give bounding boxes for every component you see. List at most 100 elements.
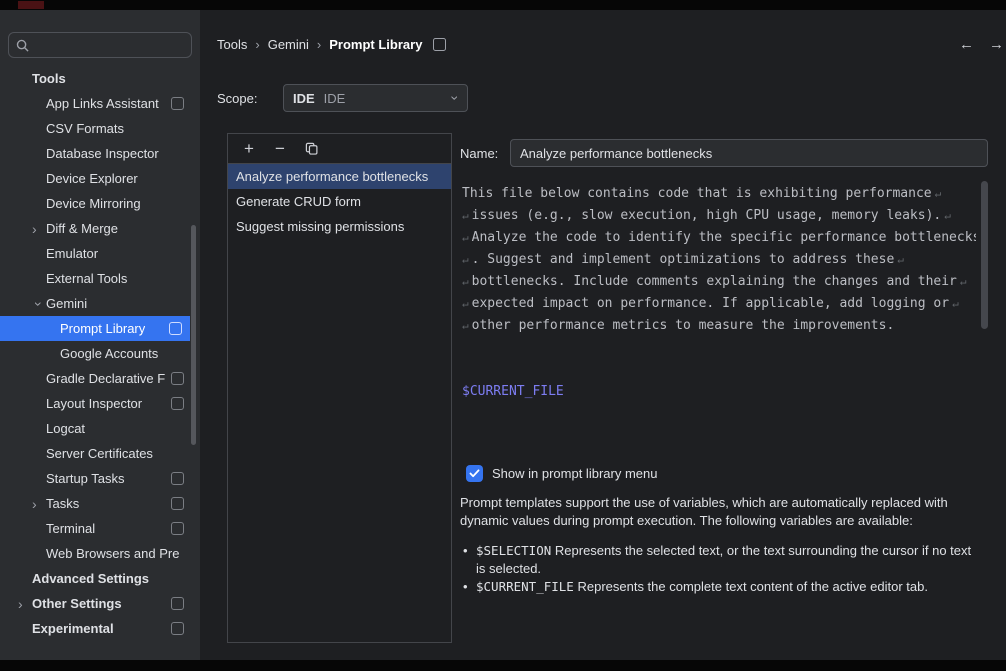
breadcrumb-page-icon <box>433 38 446 51</box>
editor-text: This file below contains code that is ex… <box>460 178 988 403</box>
search-icon <box>16 39 29 52</box>
variables-list: $SELECTION Represents the selected text,… <box>462 542 982 597</box>
soft-wrap-icon: ↵ <box>897 253 904 266</box>
copy-button[interactable] <box>303 141 319 157</box>
page-icon <box>171 472 184 485</box>
page-icon <box>171 597 184 610</box>
editor-line: ↵. Suggest and implement optimizations t… <box>462 249 976 271</box>
breadcrumb-gemini[interactable]: Gemini <box>268 37 309 52</box>
soft-wrap-icon: ↵ <box>935 187 942 200</box>
sidebar-item-tools[interactable]: Tools <box>0 66 200 91</box>
editor-variable-line: $CURRENT_FILE <box>462 381 976 403</box>
breadcrumb: Tools › Gemini › Prompt Library <box>217 37 446 52</box>
settings-search[interactable] <box>8 32 192 58</box>
settings-window: Tools App Links Assistant CSV Formats Da… <box>0 0 1006 671</box>
variable-text: Represents the selected text, or the tex… <box>476 543 971 576</box>
breadcrumb-tools[interactable]: Tools <box>217 37 247 52</box>
variable-text: Represents the complete text content of … <box>577 579 927 594</box>
breadcrumb-prompt-library: Prompt Library <box>329 37 422 52</box>
soft-wrap-icon: ↵ <box>960 275 967 288</box>
recording-indicator <box>18 1 44 9</box>
prompt-list: Analyze performance bottlenecks Generate… <box>228 164 451 239</box>
chevron-right-icon[interactable]: › <box>32 222 46 236</box>
show-in-menu-row: Show in prompt library menu <box>466 465 657 482</box>
page-icon <box>171 97 184 110</box>
remove-button[interactable]: − <box>272 141 288 157</box>
soft-wrap-icon: ↵ <box>462 253 469 266</box>
chevron-right-icon[interactable]: › <box>32 497 46 511</box>
sidebar-scrollbar[interactable] <box>191 225 196 445</box>
page-icon <box>171 622 184 635</box>
sidebar-item-app-links-assistant[interactable]: App Links Assistant <box>0 91 200 116</box>
top-bar <box>0 0 1006 10</box>
show-in-menu-label: Show in prompt library menu <box>492 466 657 481</box>
editor-line <box>462 359 976 381</box>
show-in-menu-checkbox[interactable] <box>466 465 483 482</box>
sidebar-item-tasks[interactable]: ›Tasks <box>0 491 200 516</box>
sidebar-item-advanced-settings[interactable]: Advanced Settings <box>0 566 200 591</box>
editor-scrollbar[interactable] <box>981 181 988 329</box>
sidebar-item-logcat[interactable]: Logcat <box>0 416 200 441</box>
bottom-bar <box>0 660 1006 671</box>
variable-item: $CURRENT_FILE Represents the complete te… <box>462 578 982 596</box>
soft-wrap-icon: ↵ <box>952 297 959 310</box>
add-button[interactable]: + <box>241 141 257 157</box>
scope-value: IDE <box>324 91 454 106</box>
back-arrow-icon[interactable]: ← <box>959 36 974 53</box>
soft-wrap-icon: ↵ <box>462 297 469 310</box>
copy-icon <box>305 142 318 155</box>
prompt-list-toolbar: + − <box>228 134 451 164</box>
sidebar-item-prompt-library[interactable]: Prompt Library <box>0 316 190 341</box>
soft-wrap-icon: ↵ <box>462 209 469 222</box>
sidebar-item-startup-tasks[interactable]: Startup Tasks <box>0 466 200 491</box>
soft-wrap-icon: ↵ <box>462 231 469 244</box>
variables-description: Prompt templates support the use of vari… <box>460 494 974 529</box>
scope-label: Scope: <box>217 91 257 106</box>
history-nav: ← → <box>959 36 1004 53</box>
variable-name: $SELECTION <box>476 543 551 558</box>
page-icon <box>171 497 184 510</box>
editor-line: ↵other performance metrics to measure th… <box>462 315 976 337</box>
chevron-right-icon[interactable]: › <box>18 597 32 611</box>
sidebar-item-gradle-declarative[interactable]: Gradle Declarative F <box>0 366 200 391</box>
sidebar-item-gemini[interactable]: ›Gemini <box>0 291 200 316</box>
sidebar-item-experimental[interactable]: Experimental <box>0 616 200 641</box>
variable-item: $SELECTION Represents the selected text,… <box>462 542 982 577</box>
search-input[interactable] <box>34 37 184 54</box>
scope-dropdown[interactable]: IDE IDE › <box>283 84 468 112</box>
breadcrumb-separator: › <box>317 37 321 52</box>
name-label: Name: <box>460 146 498 161</box>
page-icon <box>171 522 184 535</box>
page-icon <box>169 322 182 335</box>
sidebar-item-web-browsers[interactable]: Web Browsers and Pre <box>0 541 200 566</box>
sidebar-item-terminal[interactable]: Terminal <box>0 516 200 541</box>
sidebar-item-server-certificates[interactable]: Server Certificates <box>0 441 200 466</box>
list-item[interactable]: Suggest missing permissions <box>228 214 451 239</box>
sidebar-item-database-inspector[interactable]: Database Inspector <box>0 141 200 166</box>
list-item[interactable]: Analyze performance bottlenecks <box>228 164 451 189</box>
sidebar-item-google-accounts[interactable]: Google Accounts <box>0 341 200 366</box>
chevron-down-icon[interactable]: › <box>32 297 46 311</box>
sidebar-item-external-tools[interactable]: External Tools <box>0 266 200 291</box>
editor-line: ↵issues (e.g., slow execution, high CPU … <box>462 205 976 227</box>
soft-wrap-icon: ↵ <box>462 275 469 288</box>
breadcrumb-separator: › <box>255 37 259 52</box>
check-icon <box>469 469 480 478</box>
sidebar-item-diff-merge[interactable]: ›Diff & Merge <box>0 216 200 241</box>
forward-arrow-icon[interactable]: → <box>989 36 1004 53</box>
list-item[interactable]: Generate CRUD form <box>228 189 451 214</box>
soft-wrap-icon: ↵ <box>462 319 469 332</box>
soft-wrap-icon: ↵ <box>944 209 951 222</box>
variable-name: $CURRENT_FILE <box>476 579 574 594</box>
editor-line <box>462 337 976 359</box>
sidebar-item-csv-formats[interactable]: CSV Formats <box>0 116 200 141</box>
sidebar-item-device-mirroring[interactable]: Device Mirroring <box>0 191 200 216</box>
prompt-list-panel: + − Analyze performance bottlenecks Gene… <box>227 133 452 643</box>
prompt-text-editor[interactable]: This file below contains code that is ex… <box>460 178 988 456</box>
sidebar-item-other-settings[interactable]: ›Other Settings <box>0 591 200 616</box>
sidebar-item-layout-inspector[interactable]: Layout Inspector <box>0 391 200 416</box>
editor-line: ↵Analyze the code to identify the specif… <box>462 227 976 249</box>
sidebar-item-device-explorer[interactable]: Device Explorer <box>0 166 200 191</box>
name-input[interactable] <box>510 139 988 167</box>
sidebar-item-emulator[interactable]: Emulator <box>0 241 200 266</box>
